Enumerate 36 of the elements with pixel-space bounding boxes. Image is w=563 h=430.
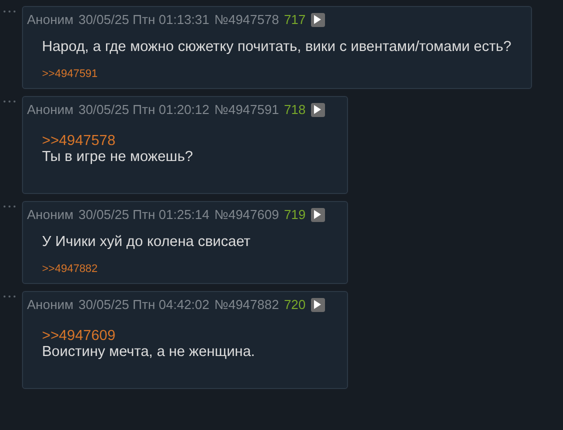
post-author: Аноним xyxy=(27,12,74,27)
play-button[interactable] xyxy=(310,12,325,26)
post-number-link[interactable]: №4947609 xyxy=(214,207,279,222)
post-date: 30/05/25 Птн 04:42:02 xyxy=(78,297,210,312)
post-number-link[interactable]: №4947591 xyxy=(214,102,279,117)
post-text: Воистину мечта, а не женщина. xyxy=(42,344,255,362)
post-text: Народ, а где можно сюжетку почитать, вики с ивентами/томами есть? xyxy=(42,39,512,57)
more-icon[interactable] xyxy=(3,295,16,298)
quote-link[interactable]: >>4947609 xyxy=(42,328,116,344)
post-text: Ты в игре не можешь? xyxy=(42,149,193,167)
more-icon[interactable] xyxy=(3,205,16,208)
post-author: Аноним xyxy=(27,297,74,312)
post-text: У Ичики хуй до колена свисает xyxy=(42,234,250,252)
play-icon xyxy=(314,15,322,24)
play-button[interactable] xyxy=(310,102,325,116)
post-author: Аноним xyxy=(27,102,74,117)
play-icon xyxy=(314,300,322,309)
post-number-link[interactable]: №4947578 xyxy=(214,12,279,27)
post-ordinal: 718 xyxy=(284,102,306,117)
play-button[interactable] xyxy=(310,208,325,222)
post-author: Аноним xyxy=(27,207,74,222)
play-icon xyxy=(314,210,322,219)
post-date: 30/05/25 Птн 01:13:31 xyxy=(78,12,210,27)
reply-link[interactable]: >>4947591 xyxy=(42,68,98,80)
more-icon[interactable] xyxy=(3,100,16,103)
more-icon[interactable] xyxy=(3,10,16,13)
post-date: 30/05/25 Птн 01:25:14 xyxy=(78,207,210,222)
reply-link[interactable]: >>4947882 xyxy=(42,263,98,275)
post-ordinal: 719 xyxy=(284,207,306,222)
post-ordinal: 720 xyxy=(284,297,306,312)
post-date: 30/05/25 Птн 01:20:12 xyxy=(78,102,210,117)
quote-link[interactable]: >>4947578 xyxy=(42,133,116,149)
post-ordinal: 717 xyxy=(284,12,306,27)
post-number-link[interactable]: №4947882 xyxy=(214,297,279,312)
play-button[interactable] xyxy=(310,298,325,312)
play-icon xyxy=(314,105,322,114)
